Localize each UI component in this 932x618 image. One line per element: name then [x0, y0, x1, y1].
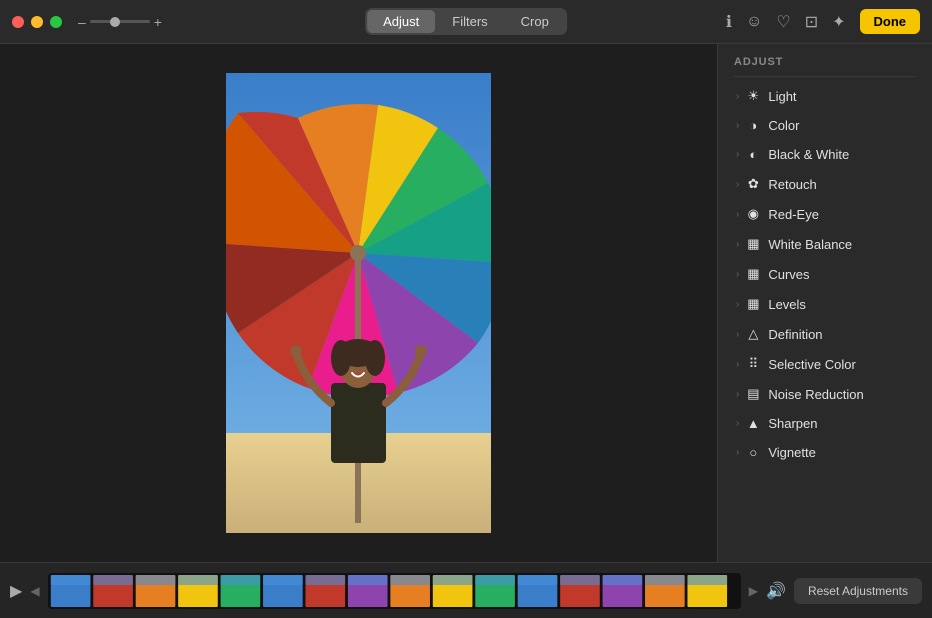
tab-group: Adjust Filters Crop [365, 8, 567, 35]
adjust-item-vignette[interactable]: › ○ Vignette [722, 438, 928, 467]
titlebar-actions: ℹ ☺ ♡ ⊡ ✦ Done [726, 9, 920, 34]
photo-area [0, 44, 717, 562]
retouch-icon: ✿ [745, 176, 761, 192]
filmstrip-left-arrow[interactable]: ◀ [30, 584, 39, 598]
panel-divider [734, 76, 916, 77]
chevron-icon: › [736, 209, 739, 220]
bw-icon: ◐ [745, 147, 761, 162]
adjust-item-curves[interactable]: › ▦ Curves [722, 259, 928, 289]
wb-label: White Balance [768, 237, 852, 252]
tab-filters[interactable]: Filters [436, 10, 503, 33]
adjust-panel: ADJUST › ☀ Light › ◑ Color › ◐ Black & W… [717, 44, 932, 562]
maximize-button[interactable] [50, 16, 62, 28]
adjust-item-retouch[interactable]: › ✿ Retouch [722, 169, 928, 199]
retouch-label: Retouch [768, 177, 816, 192]
photo-display [226, 73, 491, 533]
zoom-in-icon[interactable]: + [154, 14, 162, 30]
filmstrip [48, 573, 741, 609]
filmstrip-right-arrow[interactable]: ▶ [749, 584, 758, 598]
color-label: Color [768, 118, 799, 133]
noise-icon: ▤ [745, 386, 761, 402]
magic-icon[interactable]: ✦ [832, 12, 845, 32]
chevron-icon: › [736, 149, 739, 160]
vignette-label: Vignette [768, 445, 815, 460]
zoom-out-icon[interactable]: – [78, 14, 86, 30]
done-button[interactable]: Done [860, 9, 921, 34]
chevron-icon: › [736, 418, 739, 429]
adjust-item-levels[interactable]: › ▦ Levels [722, 289, 928, 319]
zoom-thumb[interactable] [110, 17, 120, 27]
adjust-item-bw[interactable]: › ◐ Black & White [722, 140, 928, 169]
chevron-icon: › [736, 299, 739, 310]
zoom-slider: – + [78, 14, 162, 30]
levels-icon: ▦ [745, 296, 761, 312]
vignette-icon: ○ [745, 445, 761, 460]
bw-label: Black & White [768, 147, 849, 162]
chevron-icon: › [736, 239, 739, 250]
chevron-icon: › [736, 389, 739, 400]
redeye-label: Red-Eye [768, 207, 819, 222]
adjust-item-selective-color[interactable]: › ⠿ Selective Color [722, 349, 928, 379]
tab-adjust[interactable]: Adjust [367, 10, 435, 33]
titlebar: – + Adjust Filters Crop ℹ ☺ ♡ ⊡ ✦ Done [0, 0, 932, 44]
selective-color-icon: ⠿ [745, 356, 761, 372]
adjust-item-redeye[interactable]: › ◉ Red-Eye [722, 199, 928, 229]
definition-icon: △ [745, 326, 761, 342]
color-icon: ◑ [745, 118, 761, 133]
panel-title: ADJUST [718, 44, 932, 76]
reset-adjustments-button[interactable]: Reset Adjustments [794, 578, 922, 604]
sharpen-icon: ▲ [745, 416, 761, 431]
share-icon[interactable]: ⊡ [805, 12, 818, 32]
adjust-item-wb[interactable]: › ▦ White Balance [722, 229, 928, 259]
chevron-icon: › [736, 359, 739, 370]
chevron-icon: › [736, 329, 739, 340]
minimize-button[interactable] [31, 16, 43, 28]
chevron-icon: › [736, 179, 739, 190]
redeye-icon: ◉ [745, 206, 761, 222]
definition-label: Definition [768, 327, 822, 342]
light-label: Light [768, 89, 796, 104]
chevron-icon: › [736, 269, 739, 280]
levels-label: Levels [768, 297, 806, 312]
bottom-bar: ▶ ◀ [0, 562, 932, 618]
main-layout: ADJUST › ☀ Light › ◑ Color › ◐ Black & W… [0, 44, 932, 562]
curves-icon: ▦ [745, 266, 761, 282]
light-icon: ☀ [745, 88, 761, 104]
wb-icon: ▦ [745, 236, 761, 252]
close-button[interactable] [12, 16, 24, 28]
selective-color-label: Selective Color [768, 357, 855, 372]
traffic-lights [12, 16, 62, 28]
info-icon[interactable]: ℹ [726, 12, 732, 32]
chevron-icon: › [736, 447, 739, 458]
adjust-item-light[interactable]: › ☀ Light [722, 81, 928, 111]
volume-button[interactable]: 🔊 [766, 581, 786, 601]
play-button[interactable]: ▶ [10, 581, 22, 601]
heart-icon[interactable]: ♡ [776, 12, 790, 32]
zoom-track[interactable] [90, 20, 150, 23]
tab-crop[interactable]: Crop [505, 10, 565, 33]
emoji-icon[interactable]: ☺ [746, 13, 762, 31]
sharpen-label: Sharpen [768, 416, 817, 431]
chevron-icon: › [736, 120, 739, 131]
curves-label: Curves [768, 267, 809, 282]
adjust-item-sharpen[interactable]: › ▲ Sharpen [722, 409, 928, 438]
chevron-icon: › [736, 91, 739, 102]
adjust-item-noise[interactable]: › ▤ Noise Reduction [722, 379, 928, 409]
adjust-item-color[interactable]: › ◑ Color [722, 111, 928, 140]
adjust-item-definition[interactable]: › △ Definition [722, 319, 928, 349]
noise-label: Noise Reduction [768, 387, 863, 402]
